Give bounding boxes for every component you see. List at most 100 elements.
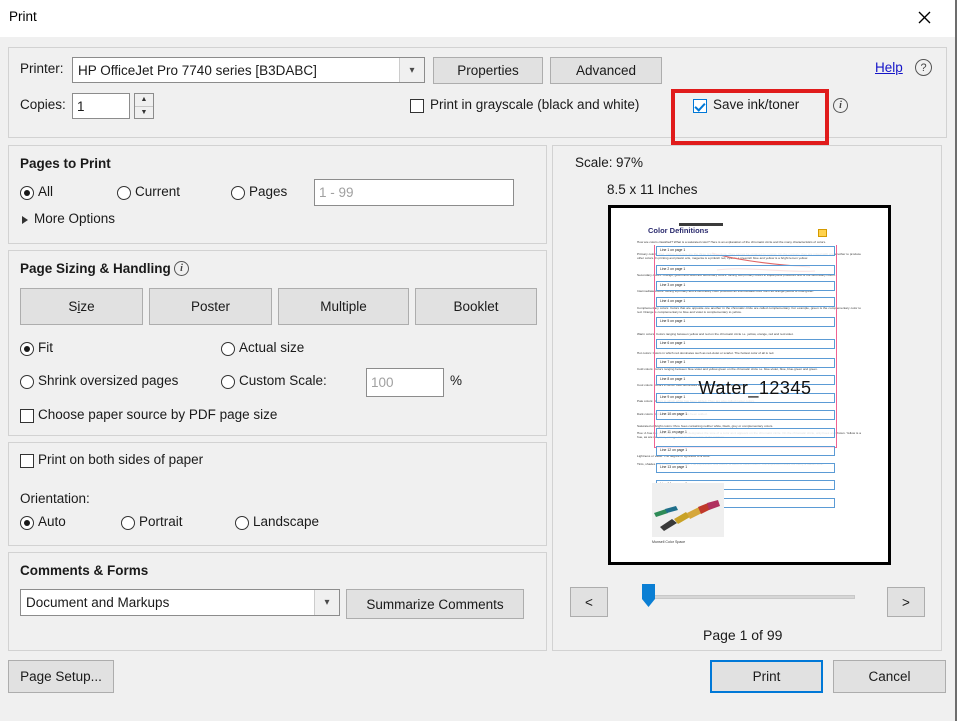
radio-all[interactable]	[20, 186, 34, 200]
radio-landscape[interactable]	[235, 516, 249, 530]
chevron-down-icon: ▾	[399, 58, 424, 82]
annotation-box: Line 6 on page 1	[656, 339, 835, 349]
radio-pages-label[interactable]: Pages	[249, 184, 287, 199]
color-swatch-illustration	[652, 483, 724, 537]
radio-all-label[interactable]: All	[38, 184, 53, 199]
radio-auto[interactable]	[20, 516, 34, 530]
more-options-link[interactable]: More Options	[34, 211, 115, 226]
caret-down-icon[interactable]: ▼	[135, 107, 153, 119]
preview-panel: Scale: 97% 8.5 x 11 Inches Color Definit…	[552, 145, 942, 651]
pages-to-print-group: Pages to Print All Current Pages 1 - 99 …	[8, 145, 547, 244]
annotation-box: Line 4 on page 1	[656, 297, 835, 307]
radio-fit[interactable]	[20, 342, 34, 356]
page-sizing-heading: Page Sizing & Handling	[20, 261, 171, 276]
next-page-button[interactable]: >	[887, 587, 925, 617]
triangle-right-icon[interactable]	[22, 216, 28, 224]
sticky-note-icon	[818, 229, 827, 237]
duplex-orientation-group: Print on both sides of paper Orientation…	[8, 442, 547, 546]
radio-custom-scale[interactable]	[221, 375, 235, 389]
comments-forms-select[interactable]: Document and Markups ▾	[20, 589, 340, 616]
comments-forms-group: Comments & Forms Document and Markups ▾ …	[8, 552, 547, 651]
doc-paragraph: How are colors classified? What is a sat…	[637, 240, 861, 244]
size-button[interactable]: Size	[20, 288, 143, 325]
page-range-input[interactable]: 1 - 99	[314, 179, 514, 206]
close-icon	[918, 11, 931, 24]
radio-portrait-label[interactable]: Portrait	[139, 514, 183, 529]
printer-label: Printer:	[20, 61, 64, 76]
scale-value: 97%	[616, 155, 643, 170]
properties-button[interactable]: Properties	[433, 57, 543, 84]
radio-shrink-oversized-label[interactable]: Shrink oversized pages	[38, 373, 178, 388]
percent-label: %	[450, 373, 462, 388]
figure-caption: Munsell Color Space	[652, 540, 685, 544]
copies-stepper[interactable]: ▲ ▼	[134, 93, 154, 119]
orientation-label: Orientation:	[20, 491, 90, 506]
advanced-button[interactable]: Advanced	[550, 57, 662, 84]
watermark-text: Water_12345	[655, 378, 855, 399]
radio-actual-size-label[interactable]: Actual size	[239, 340, 304, 355]
radio-custom-scale-label[interactable]: Custom Scale:	[239, 373, 327, 388]
copies-label: Copies:	[20, 97, 66, 112]
radio-current-label[interactable]: Current	[135, 184, 180, 199]
help-link[interactable]: Help	[875, 60, 903, 75]
annotation-box: Line 3 on page 1	[656, 281, 835, 291]
radio-portrait[interactable]	[121, 516, 135, 530]
booklet-button[interactable]: Booklet	[415, 288, 537, 325]
multiple-button[interactable]: Multiple	[278, 288, 409, 325]
poster-button[interactable]: Poster	[149, 288, 272, 325]
cancel-button[interactable]: Cancel	[833, 660, 946, 693]
page-slider-thumb[interactable]	[642, 584, 655, 607]
doc-paragraph: Warm colors: Colors ranging between yell…	[637, 332, 861, 336]
custom-scale-input[interactable]: 100	[366, 368, 444, 397]
page-preview-sheet[interactable]: Color Definitions How are colors classif…	[608, 205, 891, 565]
info-icon[interactable]: i	[174, 261, 189, 276]
size-accel: i	[77, 299, 80, 314]
question-mark-icon[interactable]: ?	[915, 59, 932, 76]
scale-label: Scale:	[575, 155, 613, 170]
info-icon[interactable]: i	[833, 98, 848, 113]
printer-combobox[interactable]: HP OfficeJet Pro 7740 series [B3DABC] ▾	[72, 57, 425, 83]
comments-forms-heading: Comments & Forms	[20, 563, 148, 578]
print-button[interactable]: Print	[710, 660, 823, 693]
radio-auto-label[interactable]: Auto	[38, 514, 66, 529]
both-sides-label[interactable]: Print on both sides of paper	[38, 452, 203, 467]
annotation-box: Line 5 on page 1	[656, 317, 835, 327]
pages-to-print-heading: Pages to Print	[20, 156, 111, 171]
radio-landscape-label[interactable]: Landscape	[253, 514, 319, 529]
both-sides-checkbox[interactable]	[20, 454, 34, 468]
save-ink-label[interactable]: Save ink/toner	[713, 97, 799, 112]
page-sizing-group: Page Sizing & Handling i Size Poster Mul…	[8, 250, 547, 436]
radio-actual-size[interactable]	[221, 342, 235, 356]
page-slider-track[interactable]	[644, 595, 855, 599]
doc-paragraph: Complementary colors: Colors that are op…	[637, 306, 861, 315]
annotation-box: Line 1 on page 1	[656, 246, 835, 256]
radio-shrink-oversized[interactable]	[20, 375, 34, 389]
paper-source-label[interactable]: Choose paper source by PDF page size	[38, 407, 277, 422]
radio-current[interactable]	[117, 186, 131, 200]
radio-fit-label[interactable]: Fit	[38, 340, 53, 355]
annotation-box: Line 7 on page 1	[656, 358, 835, 368]
annotation-box: Line 13 on page 1	[656, 463, 835, 473]
munsell-figure	[652, 483, 724, 537]
page-setup-button[interactable]: Page Setup...	[8, 660, 114, 693]
caret-up-icon[interactable]: ▲	[135, 94, 153, 107]
document-content: Color Definitions How are colors classif…	[630, 215, 868, 555]
save-ink-checkbox[interactable]	[693, 99, 707, 113]
grayscale-checkbox[interactable]	[410, 99, 424, 113]
printer-value: HP OfficeJet Pro 7740 series [B3DABC]	[73, 63, 399, 78]
annotation-box: Line 11 on page 1	[656, 428, 835, 438]
title-bar: Print	[0, 0, 955, 37]
previous-page-button[interactable]: <	[570, 587, 608, 617]
radio-pages[interactable]	[231, 186, 245, 200]
summarize-comments-button[interactable]: Summarize Comments	[346, 589, 524, 619]
paper-source-checkbox[interactable]	[20, 409, 34, 423]
printer-group: Printer: HP OfficeJet Pro 7740 series [B…	[8, 47, 947, 138]
annotation-box: Line 12 on page 1	[656, 446, 835, 456]
annotation-frame-left	[654, 245, 655, 447]
comments-forms-value: Document and Markups	[21, 595, 314, 610]
annotation-box: Line 2 on page 1	[656, 265, 835, 275]
annotation-box: Line 10 on page 1	[656, 410, 835, 420]
grayscale-label[interactable]: Print in grayscale (black and white)	[430, 97, 639, 112]
copies-input[interactable]: 1	[72, 93, 130, 119]
close-button[interactable]	[901, 0, 947, 34]
